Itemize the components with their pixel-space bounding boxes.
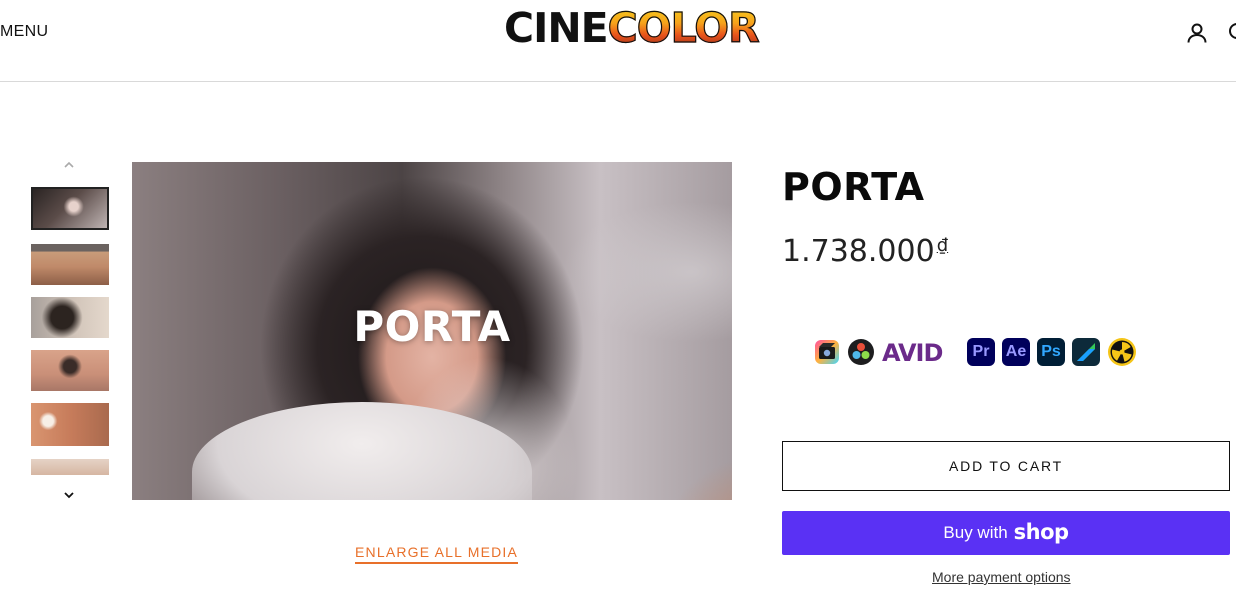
premiere-pro-label: Pr	[972, 343, 990, 360]
add-to-cart-button[interactable]: ADD TO CART	[782, 441, 1230, 491]
image-overlay-title: PORTA	[353, 302, 511, 351]
after-effects-label: Ae	[1005, 343, 1027, 360]
nuke-icon	[1107, 338, 1137, 366]
price-value: 1.738.000	[782, 234, 935, 269]
more-payment-options-link[interactable]: More payment options	[932, 569, 1071, 585]
lumafusion-icon	[1072, 338, 1100, 366]
chevron-down-icon[interactable]	[61, 487, 77, 503]
chevron-up-icon[interactable]	[61, 157, 77, 173]
thumbnail-5[interactable]	[31, 403, 109, 446]
compatible-software-icons: AVID Pr Ae Ps	[814, 336, 1137, 368]
price-currency: ₫	[936, 235, 949, 256]
thumbnail-4[interactable]	[31, 350, 109, 391]
product-price: 1.738.000 ₫	[782, 234, 948, 269]
thumbnail-3[interactable]	[31, 297, 109, 338]
site-header: MENU CINECOLOR	[0, 0, 1236, 82]
final-cut-pro-icon	[814, 338, 840, 366]
avid-icon: AVID	[882, 338, 960, 366]
photoshop-label: Ps	[1041, 343, 1061, 360]
buy-with-shop-button[interactable]: Buy with shop	[782, 511, 1230, 555]
premiere-pro-icon: Pr	[967, 338, 995, 366]
site-logo[interactable]: CINECOLOR	[504, 3, 760, 52]
thumbnail-6[interactable]	[31, 459, 109, 475]
image-shirt-area	[192, 402, 532, 500]
account-icon[interactable]	[1186, 22, 1208, 44]
buy-with-label: Buy with	[943, 523, 1008, 542]
thumbnail-1[interactable]	[31, 187, 109, 230]
thumbnail-2[interactable]	[31, 244, 109, 285]
product-title: PORTA	[782, 165, 925, 209]
search-icon[interactable]	[1228, 22, 1236, 44]
after-effects-icon: Ae	[1002, 338, 1030, 366]
avid-text: AVID	[882, 340, 942, 364]
davinci-resolve-icon	[847, 338, 875, 366]
menu-button[interactable]: MENU	[0, 23, 48, 41]
photoshop-icon: Ps	[1037, 338, 1065, 366]
logo-text-color: COLOR	[607, 3, 760, 52]
shop-pay-logo: shop	[1013, 520, 1069, 544]
main-product-image[interactable]: PORTA	[132, 162, 732, 500]
enlarge-all-media-link[interactable]: ENLARGE ALL MEDIA	[355, 544, 519, 564]
logo-text-cine: CINE	[504, 4, 609, 52]
